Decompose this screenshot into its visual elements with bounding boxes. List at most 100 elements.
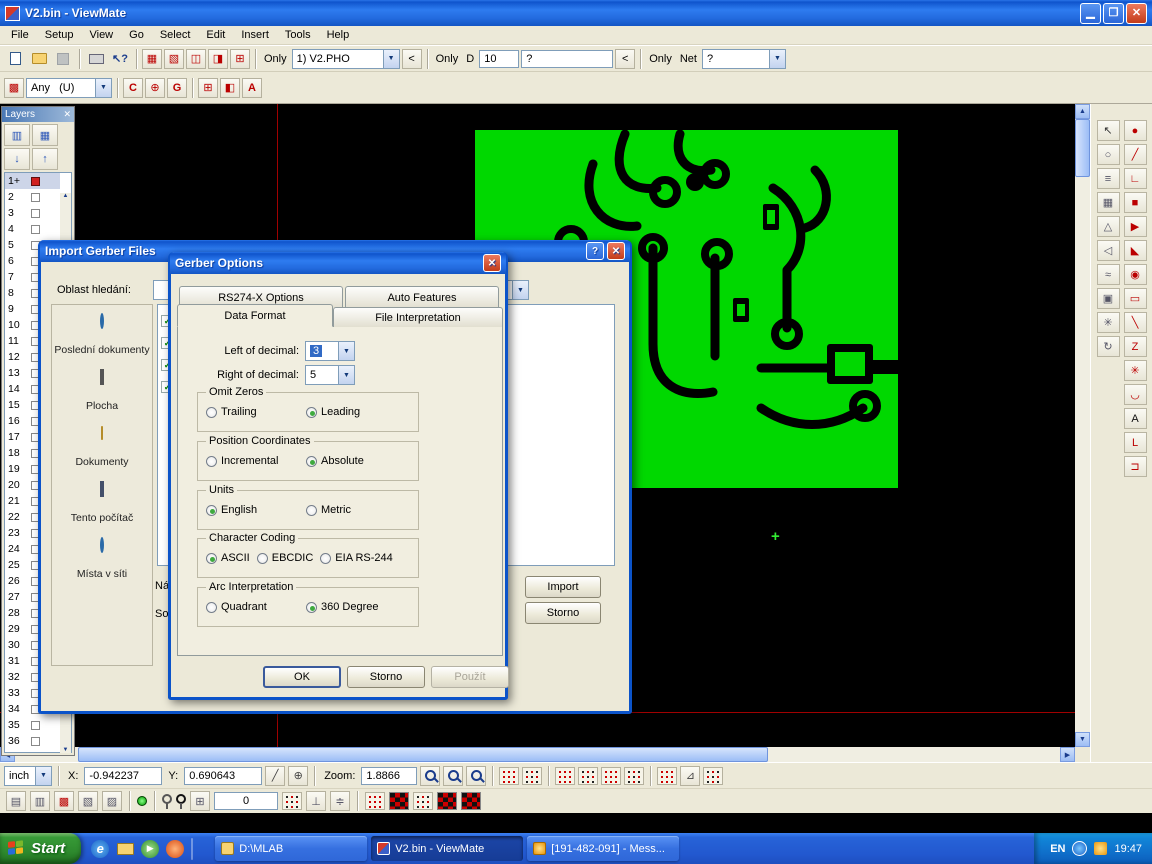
arc-icon[interactable]: ◡ bbox=[1124, 384, 1147, 405]
close-button[interactable]: ✕ bbox=[483, 254, 501, 272]
pad-small-icon[interactable]: ○ bbox=[1097, 144, 1120, 165]
grid-style-2-icon[interactable] bbox=[522, 767, 542, 785]
center-target-icon[interactable]: ⊕ bbox=[288, 766, 308, 786]
layer-color-swatch[interactable] bbox=[31, 209, 40, 218]
ruler-tool-button[interactable]: ⊞ bbox=[230, 49, 250, 69]
task-button-0[interactable]: D:\MLAB bbox=[215, 836, 367, 861]
radio-quadrant[interactable]: Quadrant bbox=[206, 601, 292, 613]
minimize-button[interactable]: ▁ bbox=[1080, 3, 1101, 24]
pad-pattern-button[interactable]: ⊞ bbox=[198, 78, 218, 98]
menu-setup[interactable]: Setup bbox=[37, 27, 82, 43]
menu-insert[interactable]: Insert bbox=[233, 27, 277, 43]
menu-go[interactable]: Go bbox=[121, 27, 152, 43]
wave-icon[interactable]: ≈ bbox=[1097, 264, 1120, 285]
measure-icon[interactable]: ╱ bbox=[265, 766, 285, 786]
radio-360-degree[interactable]: 360 Degree bbox=[306, 601, 379, 613]
star-icon[interactable]: ✳ bbox=[1097, 312, 1120, 333]
dcode-value-field[interactable]: 10 bbox=[479, 50, 519, 68]
align-icon[interactable]: ≑ bbox=[330, 791, 350, 811]
menu-tools[interactable]: Tools bbox=[277, 27, 319, 43]
place-network-places[interactable]: Místa v síti bbox=[54, 539, 150, 580]
menu-view[interactable]: View bbox=[81, 27, 121, 43]
folder-shortcut-icon[interactable] bbox=[117, 843, 134, 855]
layers-colors-button[interactable]: ▦ bbox=[32, 124, 58, 146]
snap-icon[interactable]: ▣ bbox=[1097, 288, 1120, 309]
close-button[interactable]: ✕ bbox=[607, 242, 625, 260]
asterisk-icon[interactable]: ✳ bbox=[1124, 360, 1147, 381]
view-mode-3-icon[interactable]: ▩ bbox=[54, 791, 74, 811]
pattern-5-icon[interactable] bbox=[461, 792, 481, 810]
radio-metric[interactable]: Metric bbox=[306, 504, 351, 516]
tab-file-interpretation[interactable]: File Interpretation bbox=[333, 307, 503, 327]
layer-row-35[interactable]: 35 bbox=[5, 717, 60, 733]
units-combo[interactable]: inch ▼ bbox=[4, 766, 52, 786]
menu-select[interactable]: Select bbox=[152, 27, 199, 43]
cancel-button[interactable]: Storno bbox=[525, 602, 601, 624]
net-tool-button[interactable]: ◨ bbox=[208, 49, 228, 69]
zoom-out-icon[interactable] bbox=[443, 766, 463, 786]
radio-absolute[interactable]: Absolute bbox=[306, 455, 364, 467]
grid-style-3-icon[interactable] bbox=[555, 767, 575, 785]
pattern-3-icon[interactable] bbox=[413, 792, 433, 810]
internet-explorer-icon[interactable]: e bbox=[91, 840, 109, 858]
mirror-icon[interactable]: ◁ bbox=[1097, 240, 1120, 261]
place-recent-documents[interactable]: Poslední dokumenty bbox=[54, 315, 150, 356]
save-file-button[interactable] bbox=[52, 48, 74, 70]
layers-grid-button[interactable]: ▥ bbox=[4, 124, 30, 146]
layer-color-swatch[interactable] bbox=[31, 737, 40, 746]
zoom-in-icon[interactable] bbox=[420, 766, 440, 786]
open-file-button[interactable] bbox=[28, 48, 50, 70]
highlight-tool-button[interactable]: ▦ bbox=[142, 49, 162, 69]
close-icon[interactable]: ✕ bbox=[63, 109, 71, 120]
layer-row-4[interactable]: 4 bbox=[5, 221, 60, 237]
import-button[interactable]: Import bbox=[525, 576, 601, 598]
grid-style-8-icon[interactable] bbox=[703, 767, 723, 785]
radio-english[interactable]: English bbox=[206, 504, 292, 516]
triangle-icon[interactable]: ◣ bbox=[1124, 240, 1147, 261]
x-coordinate-field[interactable]: -0.942237 bbox=[84, 767, 162, 785]
grid-style-4-icon[interactable] bbox=[578, 767, 598, 785]
menu-edit[interactable]: Edit bbox=[198, 27, 233, 43]
dcode-tool-button[interactable]: ◫ bbox=[186, 49, 206, 69]
text-icon[interactable]: A bbox=[1124, 408, 1147, 429]
vertical-scroll-thumb[interactable] bbox=[1075, 119, 1090, 177]
layer-row-36[interactable]: 36 bbox=[5, 733, 60, 749]
right-of-decimal-combo[interactable]: 5 ▼ bbox=[305, 365, 355, 385]
apply-button[interactable]: Použít bbox=[431, 666, 509, 688]
selection-mode-icon[interactable]: ▩ bbox=[4, 78, 24, 98]
prev-layer-button[interactable]: < bbox=[402, 49, 422, 69]
pattern-1-icon[interactable] bbox=[365, 792, 385, 810]
tray-network-icon[interactable] bbox=[1072, 841, 1087, 856]
gerber-tool-button[interactable]: G bbox=[167, 78, 187, 98]
target-icon[interactable]: ◉ bbox=[1124, 264, 1147, 285]
scroll-down-icon[interactable]: ▼ bbox=[63, 747, 69, 753]
zigzag-icon[interactable]: Z bbox=[1124, 336, 1147, 357]
horizontal-scroll-thumb[interactable] bbox=[78, 747, 768, 762]
trace-icon[interactable]: ╱ bbox=[1124, 144, 1147, 165]
help-button[interactable]: ? bbox=[586, 242, 604, 260]
layers-stack-icon[interactable]: ≡ bbox=[1097, 168, 1120, 189]
shortcut-green-icon[interactable]: ▶ bbox=[141, 840, 159, 858]
new-file-button[interactable] bbox=[4, 48, 26, 70]
arrow-icon[interactable]: ▶ bbox=[1124, 216, 1147, 237]
place-documents[interactable]: Dokumenty bbox=[54, 427, 150, 468]
layer-color-swatch[interactable] bbox=[31, 193, 40, 202]
pad-square-icon[interactable]: ■ bbox=[1124, 192, 1147, 213]
scroll-up-icon[interactable]: ▲ bbox=[63, 193, 69, 199]
radio-incremental[interactable]: Incremental bbox=[206, 455, 292, 467]
zoom-window-icon[interactable] bbox=[466, 766, 486, 786]
pointer-icon[interactable]: ↖ bbox=[1097, 120, 1120, 141]
scroll-down-icon[interactable]: ▼ bbox=[1075, 732, 1090, 747]
grid-style-7-icon[interactable] bbox=[657, 767, 677, 785]
zoom-value-field[interactable]: 1.8866 bbox=[361, 767, 417, 785]
left-of-decimal-combo[interactable]: 3 ▼ bbox=[305, 341, 355, 361]
anchor-icon[interactable]: ⊥ bbox=[306, 791, 326, 811]
radio-trailing[interactable]: Trailing bbox=[206, 406, 292, 418]
grid-style-5-icon[interactable] bbox=[601, 767, 621, 785]
thin-line-icon[interactable]: ╲ bbox=[1124, 312, 1147, 333]
layer-row-1+[interactable]: 1+ bbox=[5, 173, 60, 189]
print-button[interactable] bbox=[85, 48, 107, 70]
crosshair-tool-button[interactable]: ⊕ bbox=[145, 78, 165, 98]
pad-round-icon[interactable]: ● bbox=[1124, 120, 1147, 141]
horizontal-scrollbar[interactable]: ◀ ▶ bbox=[0, 747, 1075, 762]
